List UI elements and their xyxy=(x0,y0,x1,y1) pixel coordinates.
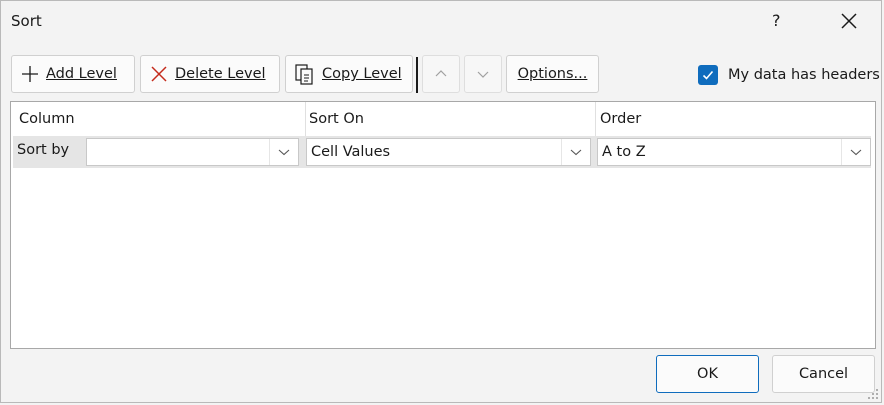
headers-checkbox-label: My data has headers xyxy=(728,67,880,83)
headers-checkbox[interactable]: My data has headers xyxy=(698,65,880,85)
sort-level-row: Sort by Cell Values A to Z xyxy=(13,136,871,168)
order-value: A to Z xyxy=(602,144,646,160)
checkmark-icon xyxy=(702,70,714,80)
sort-on-select[interactable]: Cell Values xyxy=(306,138,591,166)
close-icon[interactable] xyxy=(837,9,861,33)
move-up-button[interactable] xyxy=(422,55,460,93)
toolbar: Add Level Delete Level Copy Level Option… xyxy=(1,55,881,95)
plus-icon xyxy=(22,66,38,82)
options-label: Options... xyxy=(517,66,588,82)
sort-on-value: Cell Values xyxy=(311,144,391,160)
move-down-button[interactable] xyxy=(464,55,502,93)
add-level-label: Add Level xyxy=(46,66,117,82)
delete-level-label: Delete Level xyxy=(175,66,266,82)
sort-by-label: Sort by xyxy=(17,142,70,158)
copy-icon xyxy=(295,64,313,85)
resize-grip-icon[interactable] xyxy=(867,388,879,400)
toolbar-separator xyxy=(416,57,418,93)
chevron-down-icon[interactable] xyxy=(269,139,298,165)
delete-level-button[interactable]: Delete Level xyxy=(140,55,280,93)
chevron-down-icon[interactable] xyxy=(841,139,870,165)
chevron-up-icon xyxy=(435,70,447,77)
column-select[interactable] xyxy=(86,138,299,166)
sort-dialog: Sort ? Add Level Delete Level Copy Level xyxy=(0,0,882,403)
order-header: Order xyxy=(600,111,642,127)
title-bar: Sort ? xyxy=(1,1,881,45)
copy-level-button[interactable]: Copy Level xyxy=(285,55,413,93)
chevron-down-icon xyxy=(477,71,489,78)
help-button[interactable]: ? xyxy=(772,11,781,30)
header-divider xyxy=(595,102,596,136)
checkbox-checked[interactable] xyxy=(698,65,718,85)
ok-button[interactable]: OK xyxy=(656,355,759,393)
order-select[interactable]: A to Z xyxy=(597,138,871,166)
column-header: Column xyxy=(19,111,75,127)
sort-on-header: Sort On xyxy=(309,111,364,127)
dialog-title: Sort xyxy=(11,12,42,30)
delete-x-icon xyxy=(151,66,167,82)
cancel-button[interactable]: Cancel xyxy=(772,355,875,393)
copy-level-label: Copy Level xyxy=(322,66,402,82)
header-divider xyxy=(305,102,306,136)
options-button[interactable]: Options... xyxy=(506,55,599,93)
chevron-down-icon[interactable] xyxy=(561,139,590,165)
sort-levels-grid: Column Sort On Order Sort by Cell Values… xyxy=(10,101,876,349)
add-level-button[interactable]: Add Level xyxy=(11,55,135,93)
